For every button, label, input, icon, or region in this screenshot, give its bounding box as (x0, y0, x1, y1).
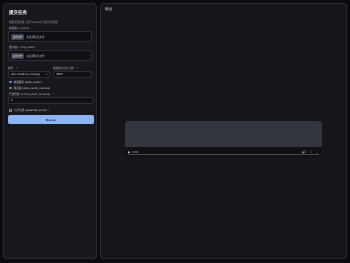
panel-title: 提交任务 (9, 11, 27, 16)
radio-unchecked-icon (9, 86, 12, 90)
radio-align-audio-reverse[interactable]: 纯音频 (align_audio_reverse) (9, 86, 91, 90)
help-icon[interactable]: ? (49, 109, 50, 112)
radio-label: 纯音频 (align_audio_reverse) (13, 87, 51, 90)
model-label-text: 模型 (8, 67, 14, 70)
file-status-text: 未选择任何文件 (26, 54, 45, 58)
checkbox-label: 人声分离 (separate_vocal) (13, 109, 47, 112)
input-video-field[interactable]: 选择文件 未选择任何文件 (8, 31, 92, 42)
task-form-panel: 提交任务 根据配置参数, 进行Spleeter音频分离处理 视频输入 (inpu… (3, 3, 97, 259)
output-title: 输出 (105, 7, 113, 11)
panel-description: 根据配置参数, 进行Spleeter音频分离处理 (9, 21, 58, 24)
input-image-field[interactable]: 选择文件 未选择任何文件 (8, 50, 92, 61)
help-icon[interactable]: ? (77, 67, 78, 70)
run-button[interactable]: Run ▶ (8, 115, 94, 124)
input-video-label: 视频输入 (input) (9, 27, 29, 30)
app-root: 提交任务 根据配置参数, 进行Spleeter音频分离处理 视频输入 (inpu… (0, 0, 350, 263)
model-column: 模型 ? Lite (realtime_change) ▾ (8, 64, 50, 78)
checkbox-icon (9, 108, 12, 112)
max-duration-label-text: 视频最大时长 (秒) (53, 67, 75, 70)
help-icon[interactable]: ? (16, 67, 17, 70)
chevron-down-icon: ▾ (45, 73, 47, 76)
model-select[interactable]: Lite (realtime_change) ▾ (8, 71, 50, 78)
separate-vocal-checkbox[interactable]: 人声分离 (separate_vocal) ? (9, 108, 91, 112)
input-image-label: 图片输入 (img_base) (9, 46, 35, 49)
radio-checked-icon (9, 80, 12, 84)
start-second-label-text: 开始秒数 (format_start_seconds) (9, 93, 51, 96)
file-status-text: 未选择任何文件 (26, 35, 45, 39)
duration-column: 视频最大时长 (秒) ? 3600 (53, 64, 92, 78)
start-second-label: 开始秒数 (format_start_seconds) ? (9, 92, 91, 96)
progress-track[interactable] (128, 154, 319, 155)
model-label: 模型 ? (8, 66, 49, 70)
model-duration-row: 模型 ? Lite (realtime_change) ▾ 视频最大时长 (秒)… (8, 64, 92, 78)
max-duration-label: 视频最大时长 (秒) ? (53, 66, 91, 70)
help-icon[interactable]: ? (53, 93, 54, 96)
max-duration-input[interactable]: 3600 (53, 71, 92, 78)
output-panel: 输出 ▶ 0:00 🔊 ⛶ ⋮ (100, 3, 347, 259)
audio-player: ▶ 0:00 🔊 ⛶ ⋮ (125, 121, 322, 157)
player-controls: ▶ 0:00 🔊 ⛶ ⋮ (125, 147, 322, 157)
radio-align-audio[interactable]: 视频保存 (align_audio) (9, 80, 91, 84)
choose-file-button[interactable]: 选择文件 (11, 52, 25, 59)
start-second-input[interactable]: 0 (8, 97, 94, 104)
radio-label: 视频保存 (align_audio) (13, 81, 42, 84)
choose-file-button[interactable]: 选择文件 (11, 33, 25, 40)
model-select-value: Lite (realtime_change) (11, 73, 41, 76)
time-readout: 0:00 (132, 150, 139, 154)
